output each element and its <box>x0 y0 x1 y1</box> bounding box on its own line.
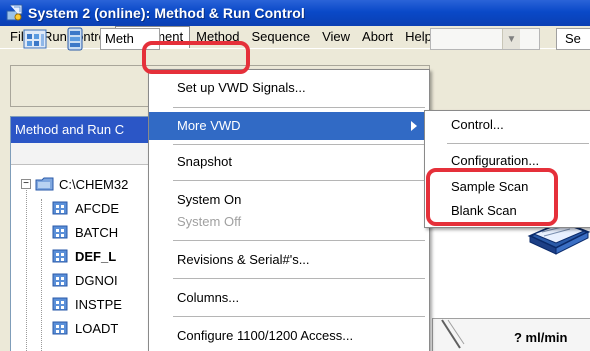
method-icon <box>51 271 71 289</box>
tree-item-label: C:\CHEM32 <box>59 176 129 192</box>
app-icon <box>6 4 24 22</box>
tree-item-label: LOADT <box>75 320 119 336</box>
tree-collapse-icon[interactable]: − <box>21 179 31 189</box>
menu-item-label: More VWD <box>177 118 241 133</box>
panel-toolbar-strip <box>11 143 161 165</box>
tree-item[interactable]: DGNOI <box>51 269 118 291</box>
tree-item[interactable]: INSTPE <box>51 293 122 315</box>
tree-item-label: AFCDE <box>75 200 120 216</box>
menu-separator <box>173 107 425 108</box>
menu-item-more-vwd[interactable]: More VWD <box>149 112 429 140</box>
menu-separator <box>173 180 425 181</box>
method-icon <box>51 199 71 217</box>
method-icon <box>51 319 71 337</box>
panel-header: Method and Run C <box>11 117 161 143</box>
submenu-item-control[interactable]: Control... <box>425 113 590 137</box>
menu-separator <box>173 240 425 241</box>
tree-item-label: INSTPE <box>75 296 122 312</box>
menu-separator <box>173 144 425 145</box>
tree-item[interactable]: AFCDE <box>51 197 119 219</box>
tree-line <box>26 187 27 351</box>
method-icon <box>51 223 71 241</box>
tree-item[interactable]: BATCH <box>51 221 118 243</box>
menu-sequence[interactable]: Sequence <box>246 26 317 48</box>
submenu-item-sample-scan[interactable]: Sample Scan <box>425 175 590 199</box>
menu-item-columns[interactable]: Columns... <box>149 284 429 312</box>
tree-item[interactable]: LOADT <box>51 317 118 339</box>
sequence-field[interactable]: Se <box>556 28 590 50</box>
menu-item-system-off: System Off <box>177 214 242 229</box>
method-icon <box>51 247 71 265</box>
submenu-item-configuration[interactable]: Configuration... <box>425 149 590 173</box>
more-vwd-submenu: Control... Configuration... Sample Scan … <box>424 110 590 228</box>
tree-item-root[interactable]: C:\CHEM32 <box>35 173 128 195</box>
menu-separator <box>173 278 425 279</box>
instrument-menu: Set up VWD Signals... More VWD Snapshot … <box>148 69 430 351</box>
menu-item-snapshot[interactable]: Snapshot <box>149 148 429 176</box>
menu-item-configure-access[interactable]: Configure 1100/1200 Access... <box>149 322 429 350</box>
tree-item-label: DGNOI <box>75 272 118 288</box>
application-window: System 2 (online): Method & Run Control … <box>0 0 590 351</box>
menu-method[interactable]: Method <box>190 26 245 48</box>
tree-item-label: BATCH <box>75 224 119 240</box>
tree-item-label: DEF_L <box>75 248 117 264</box>
menu-view[interactable]: View <box>316 26 356 48</box>
submenu-item-blank-scan[interactable]: Blank Scan <box>425 199 590 223</box>
window-title: System 2 (online): Method & Run Control <box>28 5 305 21</box>
method-run-control-panel: Method and Run C − C:\CHEM32 AFCDE BATCH… <box>10 116 161 351</box>
instrument-module-icon[interactable] <box>62 26 88 52</box>
menu-item-revisions[interactable]: Revisions & Serial#'s... <box>149 246 429 274</box>
toolbar-combo[interactable] <box>430 28 540 50</box>
menu-abort[interactable]: Abort <box>356 26 399 48</box>
combo-dropdown-arrow-icon[interactable]: ▼ <box>502 29 520 49</box>
menu-separator <box>447 143 589 144</box>
flow-rate-label: ? ml/min <box>514 330 568 345</box>
method-icon <box>51 295 71 313</box>
menu-separator <box>173 316 425 317</box>
menu-item-setup-vwd-signals[interactable]: Set up VWD Signals... <box>149 74 429 102</box>
folder-icon <box>35 175 55 193</box>
flow-arrow-icon <box>438 318 466 351</box>
tree-item-active[interactable]: DEF_L <box>51 245 116 267</box>
submenu-arrow-icon <box>411 121 417 131</box>
method-field[interactable]: Meth <box>100 28 160 50</box>
tree-line <box>41 199 42 351</box>
chromatogram-view-icon[interactable] <box>22 26 48 52</box>
title-bar[interactable]: System 2 (online): Method & Run Control <box>0 0 590 26</box>
